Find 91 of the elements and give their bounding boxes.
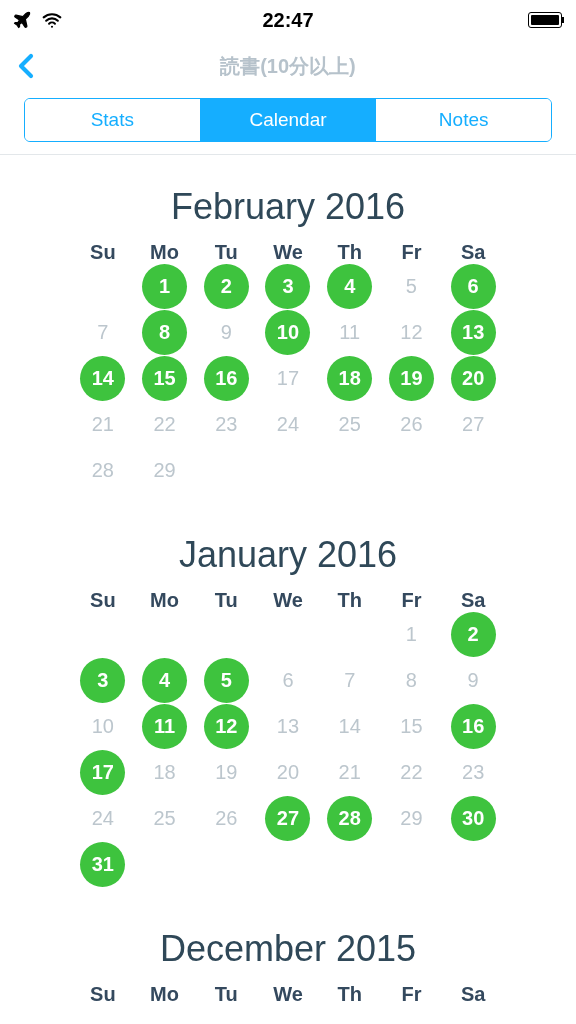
completed-day[interactable]: 17 xyxy=(80,749,126,795)
weekday-label: Fr xyxy=(400,588,423,613)
calendar-day[interactable]: 15 xyxy=(400,711,423,741)
calendar-day[interactable]: 13 xyxy=(276,711,300,741)
weekday-label: Sa xyxy=(459,982,487,1007)
completed-day[interactable]: 28 xyxy=(327,795,373,841)
completed-day[interactable]: 2 xyxy=(203,263,249,309)
weekday-label: We xyxy=(272,982,304,1007)
calendar-day[interactable]: 26 xyxy=(215,803,238,833)
calendar-day[interactable]: 1 xyxy=(405,619,417,649)
calendar-day[interactable]: 21 xyxy=(338,757,361,787)
segment-tab[interactable]: Calendar xyxy=(199,99,376,141)
calendar-day[interactable]: 14 xyxy=(338,711,361,741)
completed-day[interactable]: 27 xyxy=(265,795,311,841)
completed-day[interactable]: 30 xyxy=(450,795,496,841)
calendar-day[interactable]: 5 xyxy=(405,271,417,301)
weekday-label: Tu xyxy=(213,240,239,265)
completed-day[interactable]: 14 xyxy=(80,355,126,401)
completed-day[interactable]: 18 xyxy=(327,355,373,401)
completed-day[interactable]: 6 xyxy=(450,263,496,309)
calendar-day[interactable]: 22 xyxy=(153,409,176,439)
completed-day[interactable]: 10 xyxy=(265,309,311,355)
wifi-icon xyxy=(42,10,62,30)
battery-icon xyxy=(528,12,564,28)
calendar-day[interactable]: 8 xyxy=(405,665,417,695)
calendar-day[interactable]: 21 xyxy=(91,409,114,439)
calendar-day[interactable]: 24 xyxy=(276,409,300,439)
calendar-day[interactable]: 25 xyxy=(338,409,361,439)
calendar-day[interactable]: 11 xyxy=(339,317,361,347)
completed-day[interactable]: 4 xyxy=(327,263,373,309)
completed-day[interactable]: 15 xyxy=(142,355,188,401)
weekday-label: Sa xyxy=(459,588,487,613)
month-title: January 2016 xyxy=(178,533,398,577)
completed-day[interactable]: 16 xyxy=(203,355,249,401)
completed-day[interactable]: 4 xyxy=(142,657,188,703)
completed-day[interactable]: 1 xyxy=(142,263,188,309)
weekday-label: Th xyxy=(336,982,363,1007)
screen-title: 読書(10分以上) xyxy=(218,54,357,79)
calendar-day[interactable]: 29 xyxy=(153,455,176,485)
completed-day[interactable]: 13 xyxy=(450,309,496,355)
calendar-day[interactable]: 24 xyxy=(91,803,114,833)
completed-day[interactable]: 19 xyxy=(388,355,434,401)
completed-day[interactable]: 3 xyxy=(80,657,126,703)
calendar-day[interactable]: 17 xyxy=(276,363,300,393)
weekday-label: Su xyxy=(89,240,117,265)
weekday-label: Sa xyxy=(459,240,487,265)
weekday-label: Tu xyxy=(213,982,239,1007)
calendar-day[interactable]: 19 xyxy=(215,757,238,787)
calendar-day[interactable]: 7 xyxy=(97,317,109,347)
calendar-day[interactable]: 20 xyxy=(276,757,300,787)
calendar-day[interactable]: 23 xyxy=(462,757,485,787)
calendar-day[interactable]: 9 xyxy=(467,665,479,695)
completed-day[interactable]: 8 xyxy=(142,309,188,355)
calendar-day[interactable]: 28 xyxy=(91,455,114,485)
completed-day[interactable]: 2 xyxy=(450,611,496,657)
airplane-mode-icon xyxy=(12,10,32,30)
weekday-label: Mo xyxy=(149,240,180,265)
status-time: 22:47 xyxy=(262,8,314,33)
weekday-label: Fr xyxy=(400,982,423,1007)
completed-day[interactable]: 31 xyxy=(80,841,126,887)
segment-tab[interactable]: Notes xyxy=(375,99,551,141)
calendar-day[interactable]: 6 xyxy=(282,665,294,695)
calendar-day[interactable]: 12 xyxy=(400,317,423,347)
weekday-label: Mo xyxy=(149,588,180,613)
weekday-label: Th xyxy=(336,240,363,265)
calendar-day[interactable]: 22 xyxy=(400,757,423,787)
completed-day[interactable]: 16 xyxy=(450,703,496,749)
completed-day[interactable]: 5 xyxy=(203,657,249,703)
weekday-label: Mo xyxy=(149,982,180,1007)
calendar-day[interactable]: 9 xyxy=(220,317,232,347)
weekday-label: We xyxy=(272,588,304,613)
weekday-label: Fr xyxy=(400,240,423,265)
calendar-day[interactable]: 27 xyxy=(462,409,485,439)
calendar-day[interactable]: 18 xyxy=(153,757,176,787)
calendar-day[interactable]: 23 xyxy=(215,409,238,439)
completed-day[interactable]: 12 xyxy=(203,703,249,749)
calendar-day[interactable]: 26 xyxy=(400,409,423,439)
weekday-label: Tu xyxy=(213,588,239,613)
calendar-day[interactable]: 25 xyxy=(153,803,176,833)
completed-day[interactable]: 11 xyxy=(142,703,188,749)
weekday-label: Su xyxy=(89,982,117,1007)
weekday-label: Su xyxy=(89,588,117,613)
month-title: December 2015 xyxy=(159,927,417,971)
completed-day[interactable]: 20 xyxy=(450,355,496,401)
weekday-label: We xyxy=(272,240,304,265)
calendar-day[interactable]: 10 xyxy=(91,711,114,741)
month-title: February 2016 xyxy=(170,185,406,229)
weekday-label: Th xyxy=(336,588,363,613)
completed-day[interactable]: 3 xyxy=(265,263,311,309)
calendar-day[interactable]: 7 xyxy=(344,665,356,695)
calendar-day[interactable]: 29 xyxy=(400,803,423,833)
